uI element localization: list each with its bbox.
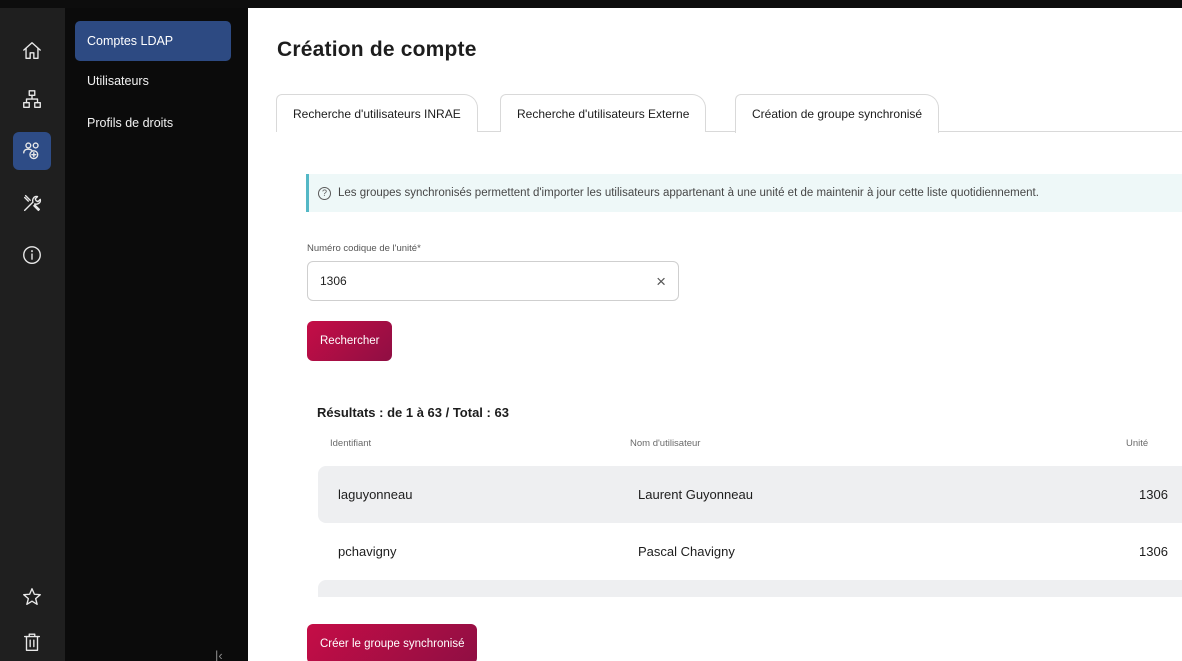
table-row[interactable]: laguyonneau Laurent Guyonneau 1306 — [318, 466, 1182, 523]
cell-unite: 1306 — [1139, 544, 1168, 559]
sitemap-icon[interactable] — [13, 80, 51, 118]
tab-bar: Recherche d'utilisateurs INRAE Recherche… — [276, 94, 1182, 133]
results-table: laguyonneau Laurent Guyonneau 1306 pchav… — [318, 466, 1182, 597]
cell-nom: Laurent Guyonneau — [638, 487, 753, 502]
create-sync-group-button[interactable]: Créer le groupe synchronisé — [307, 624, 478, 661]
cell-nom: Pascal Chavigny — [638, 544, 735, 559]
unit-code-input[interactable]: 1306 × — [307, 261, 679, 301]
unit-field-label: Numéro codique de l'unité* — [307, 243, 421, 254]
tab-creation-groupe-synchronise[interactable]: Création de groupe synchronisé — [735, 94, 940, 133]
main-content: Création de compte Recherche d'utilisate… — [248, 8, 1182, 661]
page-title: Création de compte — [277, 38, 477, 61]
clear-icon[interactable]: × — [656, 273, 666, 290]
info-banner: ? Les groupes synchronisés permettent d'… — [306, 174, 1182, 212]
table-row[interactable]: pchavigny Pascal Chavigny 1306 — [318, 523, 1182, 580]
tools-icon[interactable] — [13, 184, 51, 222]
cell-identifiant: laguyonneau — [338, 487, 413, 502]
icon-rail — [0, 8, 65, 661]
tab-recherche-externe[interactable]: Recherche d'utilisateurs Externe — [500, 94, 707, 132]
results-title: Résultats : de 1 à 63 / Total : 63 — [317, 405, 509, 420]
home-icon[interactable] — [13, 32, 51, 70]
info-icon[interactable] — [13, 236, 51, 274]
subnav-item-utilisateurs[interactable]: Utilisateurs — [75, 61, 231, 101]
unit-code-value[interactable]: 1306 — [320, 274, 347, 288]
info-banner-text: Les groupes synchronisés permettent d'im… — [338, 187, 1039, 199]
cell-identifiant: pchavigny — [338, 544, 397, 559]
collapse-left-icon[interactable]: |‹ — [215, 648, 223, 661]
column-header-unite[interactable]: Unité — [1126, 438, 1148, 449]
subnav-item-comptes-ldap[interactable]: Comptes LDAP — [75, 21, 231, 61]
table-row[interactable] — [318, 580, 1182, 597]
tab-recherche-inrae[interactable]: Recherche d'utilisateurs INRAE — [276, 94, 478, 132]
cell-unite: 1306 — [1139, 487, 1168, 502]
top-bar — [0, 0, 1182, 8]
sub-navigation: Comptes LDAP Utilisateurs Profils de dro… — [65, 8, 248, 661]
subnav-item-profils-de-droits[interactable]: Profils de droits — [75, 103, 231, 143]
column-header-nom[interactable]: Nom d'utilisateur — [630, 438, 700, 449]
user-group-add-icon[interactable] — [13, 132, 51, 170]
help-circle-icon: ? — [318, 186, 331, 200]
trash-icon[interactable] — [13, 623, 51, 661]
column-header-identifiant[interactable]: Identifiant — [330, 438, 371, 449]
star-icon[interactable] — [13, 578, 51, 616]
search-button[interactable]: Rechercher — [307, 321, 393, 361]
